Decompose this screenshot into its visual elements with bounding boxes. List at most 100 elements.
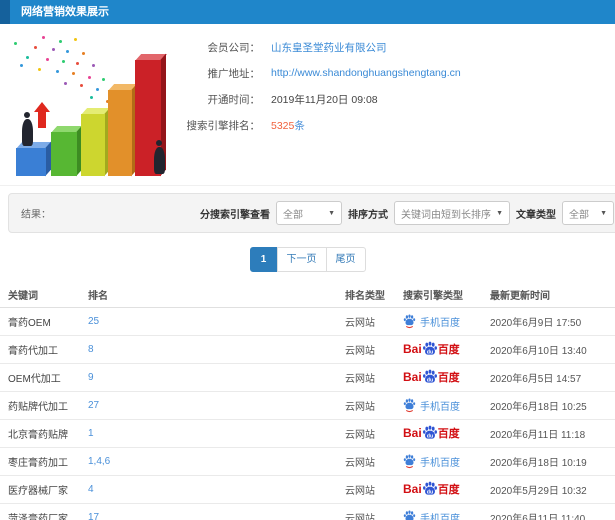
- table-row: 菏泽膏药厂家 17 云网站 手机百度 2020年6月11日 11:40: [0, 504, 615, 520]
- info-value-link[interactable]: 山东皇圣堂药业有限公司: [271, 40, 387, 55]
- mobile-baidu-label: 手机百度: [420, 514, 460, 520]
- page: 网络营销效果展示 会员公司： 山东皇圣堂药业有限公司 推广地址： http://www…: [0, 0, 615, 520]
- search-engine-cell: 手机百度: [403, 510, 490, 520]
- table-row: 膏药代加工 8 云网站 Bai du 百度 2020年6月10日 13:40: [0, 336, 615, 364]
- confetti-dot: [26, 56, 29, 59]
- engine-select-value: 全部: [283, 209, 303, 221]
- next-page-button[interactable]: 下一页: [276, 247, 327, 272]
- last-page-button[interactable]: 尾页: [325, 247, 366, 272]
- mobile-baidu-label: 手机百度: [420, 458, 460, 469]
- bar-green: [50, 125, 84, 177]
- info-row: 推广地址： http://www.shandonghuangshengtang.c…: [150, 60, 615, 86]
- search-engine-cell: Bai du 百度: [403, 425, 490, 442]
- result-label: 结果：: [21, 209, 51, 221]
- info-row: 会员公司： 山东皇圣堂药业有限公司: [150, 34, 615, 60]
- confetti-dot: [64, 82, 67, 85]
- confetti-dot: [96, 88, 99, 91]
- table-header-row: 关键词 排名 排名类型 搜索引擎类型 最新更新时间: [0, 282, 615, 308]
- svg-text:du: du: [426, 433, 433, 439]
- table-row: OEM代加工 9 云网站 Bai du 百度 2020年6月5日 14:57: [0, 364, 615, 392]
- search-engine-cell: 手机百度: [403, 314, 490, 329]
- bar-yellow: [80, 107, 112, 177]
- filter-controls: 分搜索引擎查看 全部 ▼ 排序方式 关键词由短到长排序 ▼ 文章类型 全部 ▼ …: [194, 200, 615, 226]
- baidu-paw-icon: [403, 398, 416, 413]
- bar-chart-illustration: [4, 34, 186, 184]
- keyword-cell: 医疗器械厂家: [8, 486, 68, 497]
- rank-type-cell: 云网站: [345, 402, 375, 413]
- baidu-logo-cn-text: 百度: [437, 484, 460, 497]
- rank-type-cell: 云网站: [345, 346, 375, 357]
- article-type-select[interactable]: 全部 ▼: [562, 201, 614, 225]
- confetti-dot: [34, 46, 37, 49]
- sort-select[interactable]: 关键词由短到长排序 ▼: [394, 201, 510, 225]
- rank-cell[interactable]: 17: [88, 512, 345, 520]
- engine-select[interactable]: 全部 ▼: [276, 201, 342, 225]
- filter-bar: 结果： 分搜索引擎查看 全部 ▼ 排序方式 关键词由短到长排序 ▼ 文章类型 全…: [8, 193, 615, 233]
- baidu-logo-cn-text: 百度: [437, 428, 460, 441]
- table-row: 膏药OEM 25 云网站 手机百度 2020年6月9日 17:50: [0, 308, 615, 336]
- baidu-logo-cn-text: 百度: [437, 372, 460, 385]
- confetti-dot: [74, 38, 77, 41]
- keyword-cell: 北京膏药贴牌: [8, 430, 68, 441]
- time-cell: 2020年5月29日 10:32: [490, 486, 587, 497]
- baidu-logo-text: Bai: [403, 482, 422, 497]
- svg-text:du: du: [426, 349, 433, 355]
- sort-filter-label: 排序方式: [348, 209, 388, 221]
- company-info-list: 会员公司： 山东皇圣堂药业有限公司 推广地址： http://www.shandong…: [150, 24, 615, 138]
- confetti-dot: [80, 84, 83, 87]
- rank-type-cell: 云网站: [345, 514, 375, 520]
- table-row: 药贴牌代加工 27 云网站 手机百度 2020年6月18日 10:25: [0, 392, 615, 420]
- keyword-cell: 菏泽膏药厂家: [8, 514, 68, 520]
- baidu-paw-icon: du: [422, 341, 437, 355]
- info-value-link[interactable]: http://www.shandonghuangshengtang.cn: [271, 67, 461, 79]
- baidu-logo-text: Bai: [403, 342, 422, 357]
- rank-cell[interactable]: 25: [88, 316, 345, 327]
- keyword-cell: 药贴牌代加工: [8, 402, 68, 413]
- search-engine-cell: Bai du 百度: [403, 481, 490, 498]
- time-cell: 2020年6月9日 17:50: [490, 318, 582, 329]
- keyword-cell: OEM代加工: [8, 374, 61, 385]
- rank-cell[interactable]: 1: [88, 428, 345, 439]
- column-header: 关键词: [8, 291, 38, 302]
- rank-cell[interactable]: 27: [88, 400, 345, 411]
- baidu-paw-icon: du: [422, 369, 437, 383]
- table-body: 膏药OEM 25 云网站 手机百度 2020年6月9日 17:50 膏药代加工 8 云网站 Ba…: [0, 308, 615, 520]
- bar-blue: [15, 141, 53, 177]
- search-engine-cell: 手机百度: [403, 454, 490, 469]
- ranking-count: 5325: [271, 119, 295, 132]
- confetti-dot: [38, 68, 41, 71]
- rank-type-cell: 云网站: [345, 318, 375, 329]
- confetti-dot: [72, 72, 75, 75]
- chevron-down-icon: ▼: [328, 209, 335, 217]
- baidu-logo-text: Bai: [403, 370, 422, 385]
- baidu-paw-icon: [403, 454, 416, 469]
- rank-cell[interactable]: 1,4,6: [88, 456, 345, 467]
- search-engine-cell: Bai du 百度: [403, 341, 490, 358]
- rank-type-cell: 云网站: [345, 458, 375, 469]
- info-row: 开通时间： 2019年11月20日 09:08: [150, 86, 615, 112]
- info-value-highlight: 5325条: [271, 118, 305, 133]
- rank-type-cell: 云网站: [345, 486, 375, 497]
- keyword-cell: 膏药代加工: [8, 346, 58, 357]
- rank-cell[interactable]: 9: [88, 372, 345, 383]
- confetti-dot: [62, 60, 65, 63]
- rank-cell[interactable]: 8: [88, 344, 345, 355]
- rank-type-cell: 云网站: [345, 374, 375, 385]
- mobile-baidu-label: 手机百度: [420, 318, 460, 329]
- baidu-logo-text: Bai: [403, 426, 422, 441]
- header-accent-stripe: [0, 0, 10, 24]
- page-title: 网络营销效果展示: [21, 6, 109, 18]
- ranking-count-unit: 条: [294, 119, 305, 132]
- confetti-dot: [52, 48, 55, 51]
- pagination: 1 下一页 尾页: [0, 247, 615, 272]
- rank-cell[interactable]: 4: [88, 484, 345, 495]
- confetti-dot: [46, 58, 49, 61]
- confetti-dot: [90, 96, 93, 99]
- confetti-dot: [14, 42, 17, 45]
- results-table: 关键词 排名 排名类型 搜索引擎类型 最新更新时间 膏药OEM 25 云网站 手机百度 2020…: [0, 282, 615, 520]
- svg-text:du: du: [426, 377, 433, 383]
- confetti-dot: [82, 52, 85, 55]
- column-header: 排名类型: [345, 291, 385, 302]
- baidu-paw-icon: du: [422, 425, 437, 439]
- page-1-button[interactable]: 1: [249, 247, 278, 272]
